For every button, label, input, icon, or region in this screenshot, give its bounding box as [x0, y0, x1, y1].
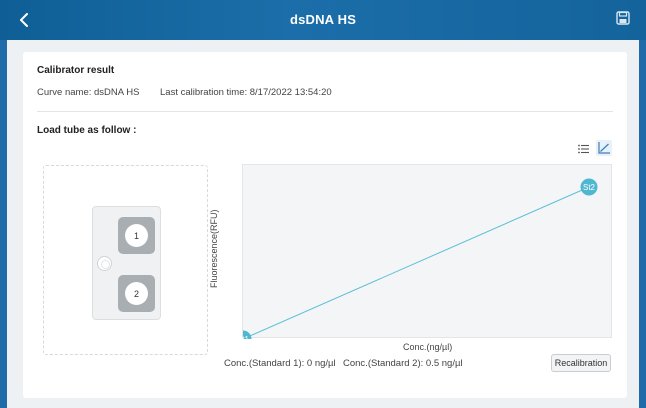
list-view-button[interactable]: [576, 141, 592, 157]
calibration-card: Calibrator result Curve name: dsDNA HS L…: [23, 52, 627, 398]
content-frame: Calibrator result Curve name: dsDNA HS L…: [7, 40, 639, 408]
data-point-label: St1: [243, 335, 250, 339]
list-icon: [578, 144, 589, 154]
well-label-2: 2: [125, 282, 148, 305]
x-axis-label: Conc.(ng/µl): [403, 342, 453, 352]
chart-view-button[interactable]: [596, 140, 612, 156]
tube-holder: 1 2: [92, 206, 161, 320]
data-point-label: St2: [583, 183, 596, 192]
save-button[interactable]: [616, 11, 634, 29]
data-point-st2: St2: [580, 178, 598, 196]
calibration-curve-line: [243, 186, 590, 339]
chart-icon: [598, 142, 610, 154]
standard-2-conc: Conc.(Standard 2): 0.5 ng/µl: [343, 358, 463, 369]
tube-well-1[interactable]: 1: [118, 217, 155, 254]
calibration-chart: St1 St2: [242, 164, 612, 339]
tube-tray: 1 2: [43, 165, 208, 355]
tube-well-2[interactable]: 2: [118, 275, 155, 312]
well-label-1: 1: [125, 224, 148, 247]
y-axis-label: Fluorescence(RFU): [209, 209, 219, 288]
title-bar: dsDNA HS: [0, 0, 646, 40]
standard-1-conc: Conc.(Standard 1): 0 ng/µl: [224, 358, 336, 369]
last-calibration-time: Last calibration time: 8/17/2022 13:54:2…: [160, 87, 332, 98]
load-tube-title: Load tube as follow :: [37, 125, 137, 136]
recalibration-button[interactable]: Recalibration: [551, 354, 611, 372]
curve-name: Curve name: dsDNA HS: [37, 87, 140, 98]
chart-canvas: St1 St2: [243, 178, 598, 339]
divider: [37, 111, 613, 112]
calibrator-result-title: Calibrator result: [37, 65, 115, 76]
data-point-st1: St1: [243, 330, 252, 339]
page-title: dsDNA HS: [289, 12, 357, 27]
holder-ring: [97, 256, 112, 271]
save-icon: [616, 11, 630, 25]
